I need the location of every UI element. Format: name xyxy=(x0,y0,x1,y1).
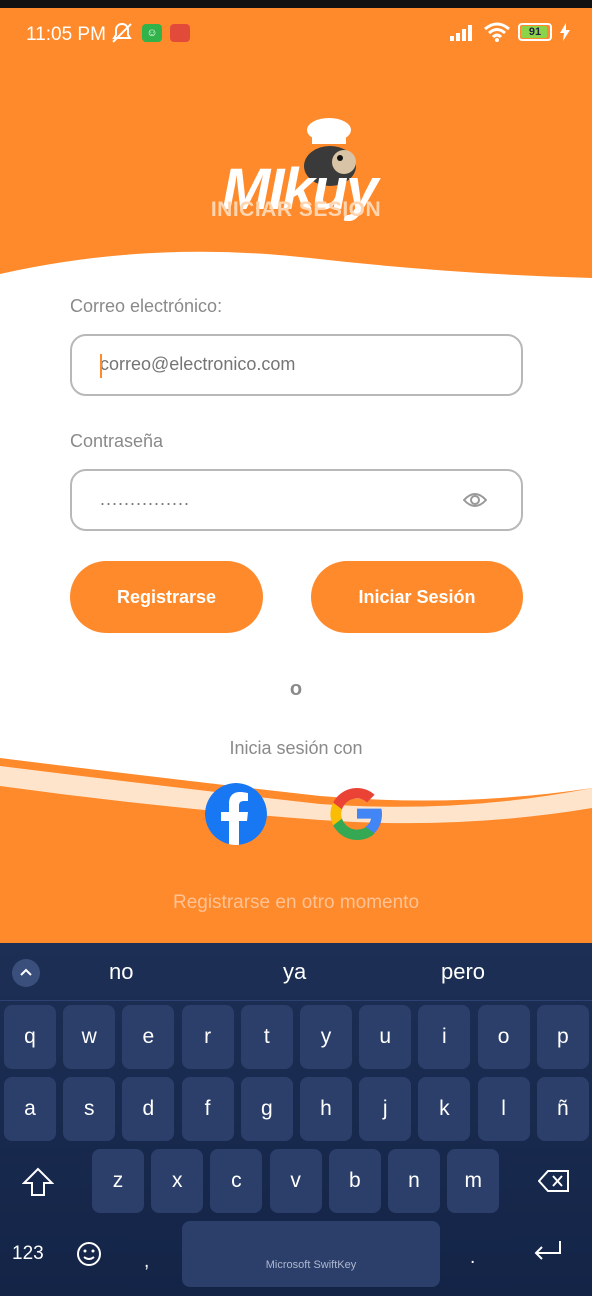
social-login-label: Inicia sesión con xyxy=(229,738,363,758)
text-cursor xyxy=(100,354,102,378)
wifi-icon xyxy=(484,22,510,42)
status-left-icons: ☺ xyxy=(110,22,190,44)
skip-registration-link[interactable]: Registrarse en otro momento xyxy=(0,892,592,914)
key-q[interactable]: q xyxy=(4,1005,56,1069)
battery-level: 91 xyxy=(528,26,542,38)
login-screen: 11:05 PM ☺ 91 MIkuy INICIAR SESION Corre… xyxy=(0,8,592,943)
space-key[interactable]: Microsoft SwiftKey xyxy=(182,1221,440,1287)
password-input[interactable] xyxy=(100,489,460,510)
key-g[interactable]: g xyxy=(240,1077,293,1141)
key-d[interactable]: d xyxy=(122,1077,175,1141)
period-key[interactable]: . xyxy=(470,1247,475,1269)
emoji-icon[interactable] xyxy=(76,1241,102,1267)
facebook-icon[interactable] xyxy=(205,783,267,845)
suggestion-bar: no ya pero xyxy=(0,943,592,1001)
backspace-key[interactable] xyxy=(516,1149,592,1213)
key-a[interactable]: a xyxy=(4,1077,56,1141)
password-field[interactable] xyxy=(70,469,523,531)
email-input[interactable] xyxy=(100,354,460,375)
status-bar: 11:05 PM ☺ 91 xyxy=(0,14,592,54)
key-v[interactable]: v xyxy=(269,1149,322,1213)
top-bezel xyxy=(0,0,592,8)
key-z[interactable]: z xyxy=(92,1149,144,1213)
key-l[interactable]: l xyxy=(477,1077,530,1141)
charging-icon xyxy=(560,23,570,41)
key-j[interactable]: j xyxy=(359,1077,412,1141)
page-title: INICIAR SESION xyxy=(210,198,382,221)
key-p[interactable]: p xyxy=(536,1005,589,1069)
email-field[interactable] xyxy=(70,334,523,396)
key-r[interactable]: r xyxy=(181,1005,234,1069)
key-e[interactable]: e xyxy=(122,1005,175,1069)
key-i[interactable]: i xyxy=(418,1005,471,1069)
key-h[interactable]: h xyxy=(300,1077,352,1141)
shift-key[interactable] xyxy=(0,1149,76,1213)
key-s[interactable]: s xyxy=(63,1077,116,1141)
suggestion-1[interactable]: no xyxy=(109,959,133,985)
or-separator: o xyxy=(289,678,303,700)
key-x[interactable]: x xyxy=(151,1149,204,1213)
status-time: 11:05 PM xyxy=(26,24,106,45)
show-password-icon[interactable] xyxy=(463,490,487,510)
key-y[interactable]: y xyxy=(300,1005,352,1069)
password-label: Contraseña xyxy=(70,431,164,451)
login-button[interactable]: Iniciar Sesión xyxy=(311,561,523,633)
mute-notification-icon xyxy=(112,22,132,43)
numbers-key[interactable]: 123 xyxy=(12,1243,44,1265)
key-o[interactable]: o xyxy=(477,1005,530,1069)
email-label: Correo electrónico: xyxy=(70,296,223,316)
battery-icon: 91 xyxy=(518,23,552,41)
signal-icon xyxy=(450,25,472,41)
key-n[interactable]: n xyxy=(388,1149,440,1213)
key-b[interactable]: b xyxy=(328,1149,381,1213)
key-k[interactable]: k xyxy=(418,1077,471,1141)
key-f[interactable]: f xyxy=(181,1077,234,1141)
phone-screen: 11:05 PM ☺ 91 MIkuy INICIAR SESION Corre… xyxy=(0,0,592,1296)
key-c[interactable]: c xyxy=(210,1149,263,1213)
on-screen-keyboard: no ya pero qwertyuiop asdfghjklñ zxcvbnm 1… xyxy=(0,943,592,1296)
key-u[interactable]: u xyxy=(359,1005,412,1069)
app-notification-icon: ☺ xyxy=(142,24,162,42)
register-button[interactable]: Registrarse xyxy=(70,561,263,633)
key-ñ[interactable]: ñ xyxy=(536,1077,589,1141)
enter-icon[interactable] xyxy=(532,1239,564,1265)
comma-key[interactable]: , xyxy=(144,1251,149,1273)
key-t[interactable]: t xyxy=(240,1005,293,1069)
key-w[interactable]: w xyxy=(63,1005,116,1069)
suggestion-2[interactable]: ya xyxy=(283,959,306,985)
key-m[interactable]: m xyxy=(447,1149,500,1213)
google-icon[interactable] xyxy=(326,783,388,845)
suggestion-3[interactable]: pero xyxy=(441,959,485,985)
status-right-icons: 91 xyxy=(450,22,570,42)
recording-icon xyxy=(170,24,190,42)
expand-toolbar-icon[interactable] xyxy=(12,959,40,987)
